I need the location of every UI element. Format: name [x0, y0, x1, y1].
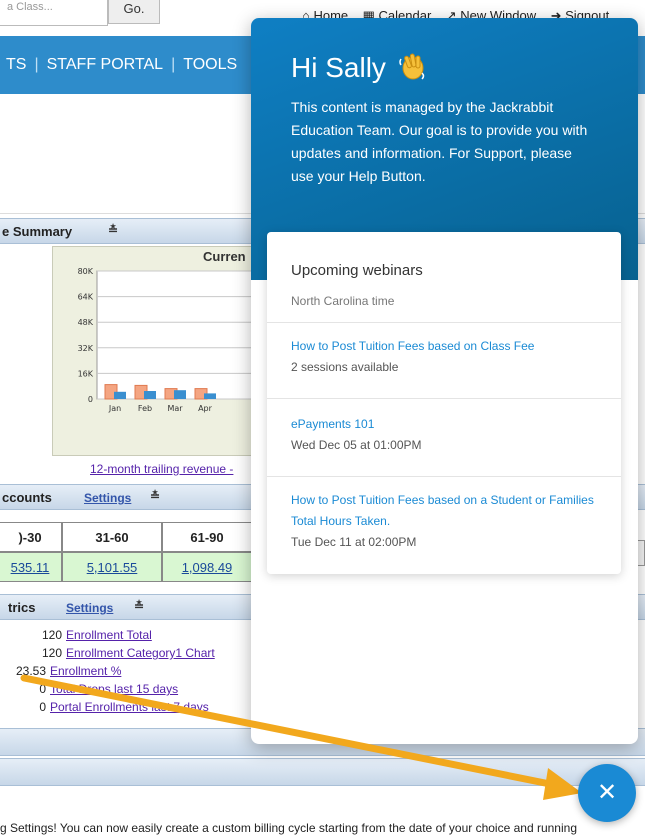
metric-row: 0 Total Drops last 15 days [0, 682, 178, 700]
divider [267, 322, 621, 323]
webinar-item[interactable]: ePayments 101 Wed Dec 05 at 01:00PM [291, 414, 611, 456]
aging-header-61-90: 61-90 [162, 522, 252, 552]
metric-value: 23.53 [15, 664, 46, 678]
metric-link[interactable]: Enrollment Total [66, 628, 152, 642]
greeting-text: Hi Sally [291, 52, 386, 83]
y-tick-label: 64K [78, 293, 94, 302]
metric-link[interactable]: Portal Enrollments last 7 days [50, 700, 209, 714]
accounts-title: ccounts [2, 490, 52, 505]
webinar-title-link[interactable]: How to Post Tuition Fees based on Class … [291, 336, 611, 357]
metric-row: 23.53 Enrollment % [0, 664, 121, 682]
webinar-item[interactable]: How to Post Tuition Fees based on Class … [291, 336, 611, 378]
class-search-input[interactable]: a Class... [0, 0, 108, 26]
aging-value-31-60[interactable]: 5,101.55 [62, 552, 162, 582]
aging-value-0-30[interactable]: 535.11 [0, 552, 62, 582]
aging-value-61-90[interactable]: 1,098.49 [162, 552, 252, 582]
section-band [0, 758, 645, 786]
metric-value: 0 [39, 682, 46, 696]
collapse-chevron-icon[interactable]: ≛ [134, 599, 144, 613]
metric-link[interactable]: Enrollment % [50, 664, 121, 678]
webinar-meta: Wed Dec 05 at 01:00PM [291, 438, 422, 452]
metric-value: 0 [39, 700, 46, 714]
chart-bar[interactable] [174, 390, 186, 399]
collapse-chevron-icon[interactable]: ≛ [150, 489, 160, 503]
x-tick-label: Jan [108, 404, 121, 413]
close-messenger-button[interactable]: ✕ [578, 764, 636, 822]
messenger-panel: Hi Sally This content is managed by the … [251, 18, 638, 744]
webinar-title-link[interactable]: How to Post Tuition Fees based on a Stud… [291, 490, 611, 532]
nav-item-staff-portal[interactable]: STAFF PORTAL [47, 56, 163, 73]
metric-row: 120 Enrollment Category1 Chart [0, 646, 215, 664]
aging-table: )-30 31-60 61-90 535.11 5,101.55 1,098.4… [0, 522, 260, 582]
nav-separator: | [171, 56, 176, 73]
y-tick-label: 32K [78, 344, 94, 353]
metric-value: 120 [41, 646, 62, 660]
webinars-card-title: Upcoming webinars [291, 262, 423, 279]
y-tick-label: 0 [88, 395, 93, 404]
x-tick-label: Mar [167, 404, 183, 413]
chart-bar[interactable] [204, 393, 216, 399]
divider [267, 398, 621, 399]
metric-row: 0 Portal Enrollments last 7 days [0, 700, 209, 718]
y-tick-label: 48K [78, 318, 94, 327]
y-tick-label: 16K [78, 369, 94, 378]
trailing-revenue-link[interactable]: 12-month trailing revenue - [90, 462, 233, 476]
accounts-settings-link[interactable]: Settings [84, 491, 131, 505]
nav-item-tools[interactable]: TOOLS [183, 56, 237, 73]
chart-bar[interactable] [114, 391, 126, 399]
go-button[interactable]: Go. [108, 0, 160, 24]
metric-link[interactable]: Enrollment Category1 Chart [66, 646, 215, 660]
aging-header-0-30: )-30 [0, 522, 62, 552]
chart-bar[interactable] [144, 391, 156, 399]
webinars-timezone: North Carolina time [291, 294, 395, 308]
metric-link[interactable]: Total Drops last 15 days [50, 682, 178, 696]
divider [267, 476, 621, 477]
messenger-intro: This content is managed by the Jackrabbi… [291, 99, 588, 184]
webinar-title-link[interactable]: ePayments 101 [291, 414, 611, 435]
webinar-meta: Tue Dec 11 at 02:00PM [291, 535, 417, 549]
nav-item-reports[interactable]: TS [6, 56, 26, 73]
metric-value: 120 [41, 628, 62, 642]
chart-title: Curren [203, 249, 246, 264]
y-tick-label: 80K [78, 267, 94, 276]
x-tick-label: Feb [138, 404, 152, 413]
metric-row: 120 Enrollment Total [0, 628, 152, 646]
revenue-chart: Curren 0 16K 32K 48K 64K 80K Jan Feb Mar Apr [52, 246, 262, 456]
x-tick-label: Apr [198, 404, 213, 413]
aging-header-31-60: 31-60 [62, 522, 162, 552]
revenue-chart-svg: Curren 0 16K 32K 48K 64K 80K Jan Feb Mar Apr [78, 249, 260, 413]
revenue-summary-title: e Summary [2, 224, 73, 239]
webinars-card: Upcoming webinars North Carolina time Ho… [267, 232, 621, 574]
collapse-chevron-icon[interactable]: ≛ [108, 223, 118, 237]
webinar-item[interactable]: How to Post Tuition Fees based on a Stud… [291, 490, 611, 553]
webinar-meta: 2 sessions available [291, 360, 399, 374]
metrics-title: trics [8, 600, 36, 615]
announcement-text: g Settings! You can now easily create a … [0, 821, 577, 835]
greeting-heading: Hi Sally [291, 52, 426, 84]
metrics-settings-link[interactable]: Settings [66, 601, 113, 615]
nav-separator: | [34, 56, 39, 73]
close-icon: ✕ [596, 779, 618, 806]
waving-hand-icon [398, 53, 424, 80]
chart-plot-area [96, 270, 260, 400]
